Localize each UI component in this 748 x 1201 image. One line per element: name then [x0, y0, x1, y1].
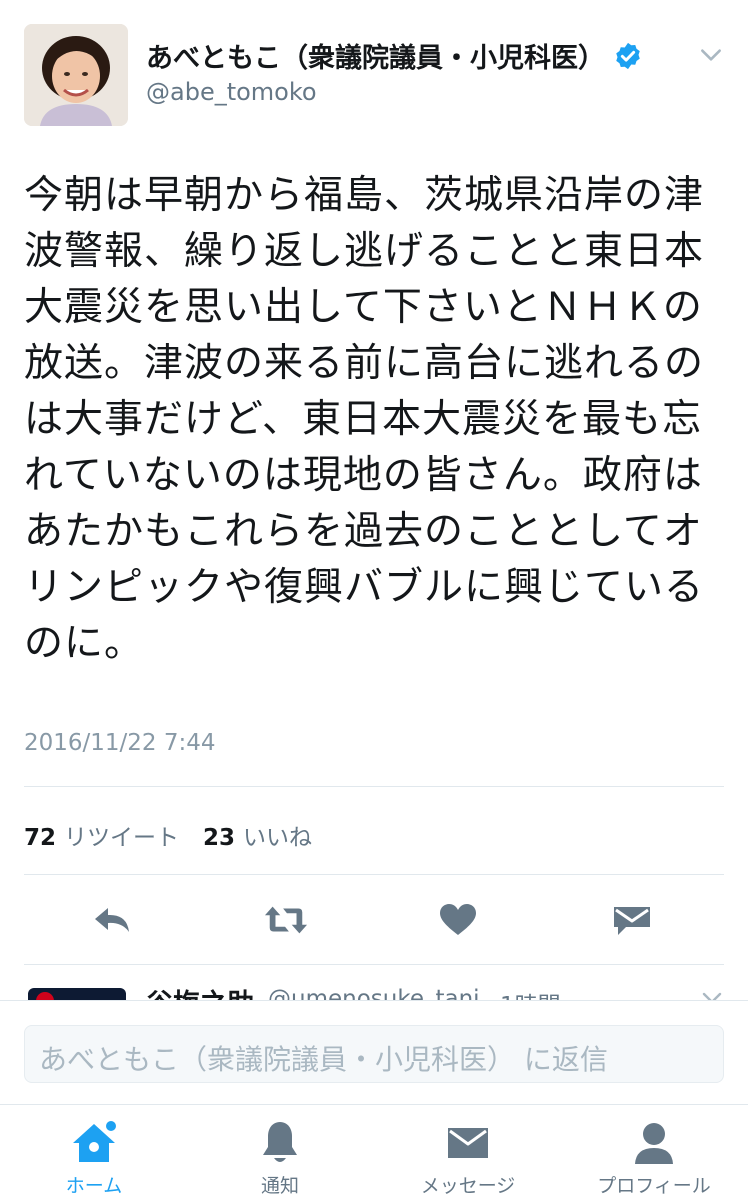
next-tweet-display-name[interactable]: 谷梅之助: [146, 982, 254, 1000]
author-handle[interactable]: @abe_tomoko: [146, 78, 317, 106]
direct-message-icon: [614, 907, 650, 935]
tab-profile[interactable]: プロフィール: [574, 1119, 734, 1198]
retweet-count[interactable]: 72: [24, 825, 56, 851]
tweet-action-bar: [0, 896, 748, 946]
tweet-timestamp: 2016/11/22 7:44: [24, 730, 216, 756]
author-avatar[interactable]: [24, 24, 128, 126]
tweet-text: 今朝は早朝から福島、茨城県沿岸の津波警報、繰り返し逃げることと東日本大震災を思い…: [24, 173, 705, 666]
next-tweet-time: 1時間: [500, 986, 561, 1000]
tab-label: メッセージ: [420, 1175, 516, 1197]
like-count[interactable]: 23: [203, 825, 235, 851]
reply-input[interactable]: あべともこ（衆議院議員・小児科医） に返信: [24, 1025, 724, 1083]
reply-icon: [95, 908, 129, 932]
tab-label: ホーム: [65, 1175, 123, 1197]
divider: [24, 874, 724, 875]
tab-label: プロフィール: [597, 1175, 711, 1197]
reply-button[interactable]: [90, 900, 134, 940]
direct-message-button[interactable]: [610, 900, 654, 940]
tab-home[interactable]: ホーム: [14, 1119, 174, 1198]
verified-badge-icon: [616, 42, 640, 69]
like-button[interactable]: [436, 900, 480, 940]
avatar-photo: [24, 24, 128, 126]
bell-icon: [263, 1122, 297, 1162]
tab-messages[interactable]: メッセージ: [388, 1119, 548, 1198]
divider: [24, 786, 724, 787]
chevron-down-icon[interactable]: [698, 42, 724, 68]
retweet-button[interactable]: [264, 900, 308, 940]
engagement-counts: 72 リツイート 23 いいね: [24, 818, 328, 852]
divider: [24, 964, 724, 965]
tab-notifications[interactable]: 通知: [200, 1119, 360, 1198]
bottom-tab-bar: ホーム 通知 メッセージ プロフィール: [0, 1104, 748, 1201]
author-display-name[interactable]: あべともこ（衆議院議員・小児科医）: [146, 36, 605, 75]
next-tweet-avatar[interactable]: [28, 988, 126, 1000]
like-count-label[interactable]: いいね: [243, 818, 312, 852]
next-tweet-handle[interactable]: @umenosuke_tani: [268, 986, 480, 1000]
reply-composer: あべともこ（衆議院議員・小児科医） に返信: [0, 1000, 748, 1105]
envelope-icon: [448, 1128, 488, 1158]
author-name-row[interactable]: あべともこ（衆議院議員・小児科医）: [146, 36, 643, 75]
new-content-indicator: [106, 1121, 116, 1131]
avatar-accent: [36, 992, 54, 1000]
chevron-down-icon[interactable]: [700, 986, 724, 1000]
tab-label: 通知: [260, 1175, 299, 1197]
retweet-count-label[interactable]: リツイート: [64, 818, 179, 852]
retweet-icon: [264, 906, 308, 934]
next-tweet-preview[interactable]: 谷梅之助 @umenosuke_tani 1時間: [0, 966, 748, 1000]
heart-icon: [440, 904, 476, 935]
person-icon: [635, 1123, 673, 1164]
